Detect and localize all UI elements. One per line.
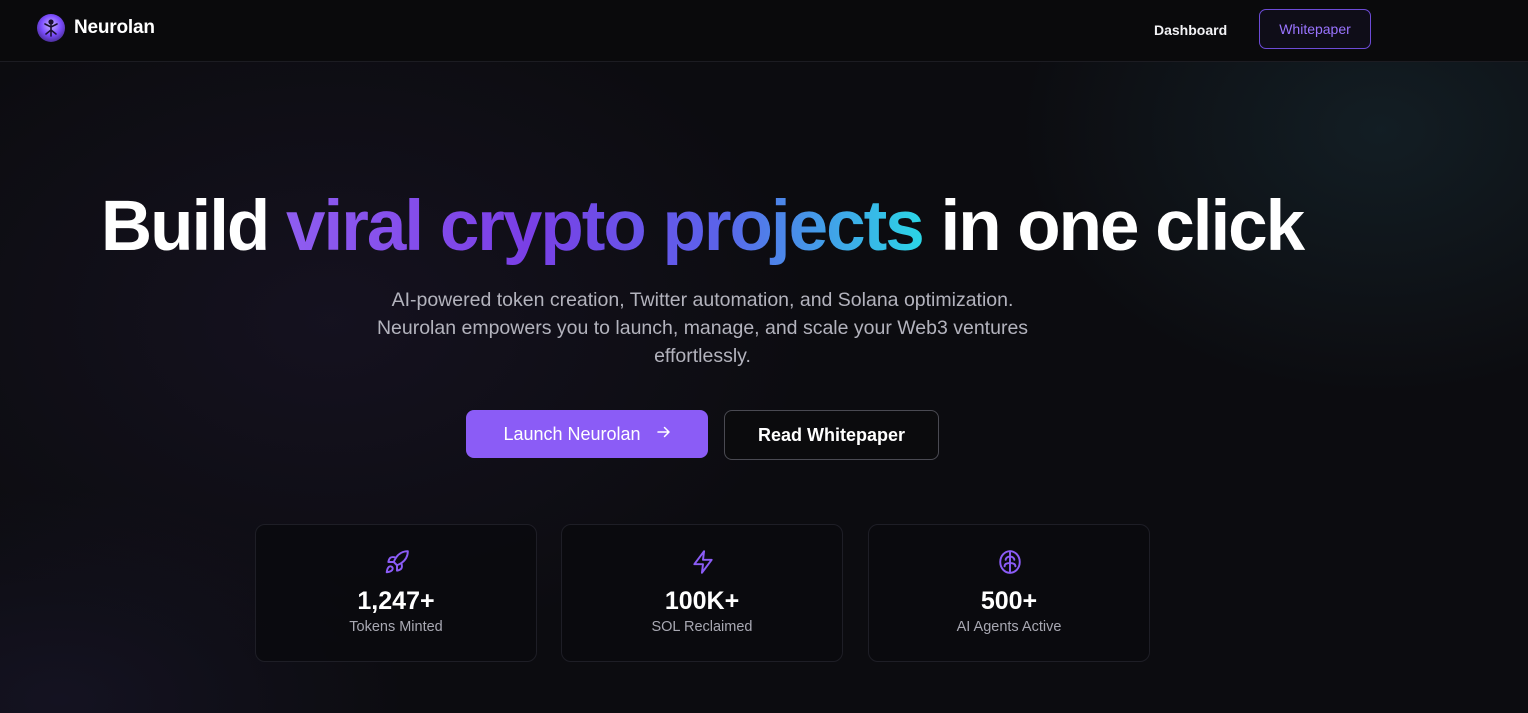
launch-neurolan-button[interactable]: Launch Neurolan: [466, 410, 708, 458]
brand-name: Neurolan: [74, 17, 155, 38]
headline-highlight: viral crypto projects: [286, 187, 925, 266]
subtitle-line-1: AI-powered token creation, Twitter autom…: [391, 289, 1014, 311]
neurolan-logo-icon: [37, 14, 65, 42]
nav-whitepaper-button[interactable]: Whitepaper: [1259, 9, 1371, 49]
stat-card-agents: 500+ AI Agents Active: [868, 524, 1150, 662]
lightning-icon: [690, 549, 716, 575]
stat-value: 1,247+: [357, 587, 435, 615]
brand[interactable]: Neurolan: [37, 14, 155, 42]
rocket-icon: [384, 549, 410, 575]
stat-value: 100K+: [664, 587, 740, 615]
hero-headline: Build viral crypto projects in one click: [0, 184, 1404, 270]
subtitle-line-3: effortlessly.: [654, 345, 751, 367]
read-whitepaper-button[interactable]: Read Whitepaper: [724, 410, 939, 460]
top-nav: Neurolan Dashboard Whitepaper: [0, 0, 1528, 62]
launch-button-label: Launch Neurolan: [503, 423, 641, 444]
arrow-right-icon: [656, 425, 671, 443]
subtitle-line-2: Neurolan empowers you to launch, manage,…: [376, 317, 1029, 339]
page: Neurolan Dashboard Whitepaper Build vira…: [0, 0, 1528, 713]
brain-icon: [997, 549, 1023, 575]
stat-card-tokens: 1,247+ Tokens Minted: [255, 524, 537, 662]
stat-label: SOL Reclaimed: [651, 619, 753, 635]
stat-label: AI Agents Active: [956, 619, 1062, 635]
stat-label: Tokens Minted: [349, 619, 443, 635]
stat-value: 500+: [980, 587, 1038, 615]
headline-part-1: Build: [100, 187, 270, 266]
hero-subtitle: AI-powered token creation, Twitter autom…: [330, 286, 1075, 370]
nav-link-dashboard[interactable]: Dashboard: [1138, 20, 1243, 40]
stat-card-sol: 100K+ SOL Reclaimed: [561, 524, 843, 662]
headline-part-2: in one click: [940, 187, 1305, 266]
